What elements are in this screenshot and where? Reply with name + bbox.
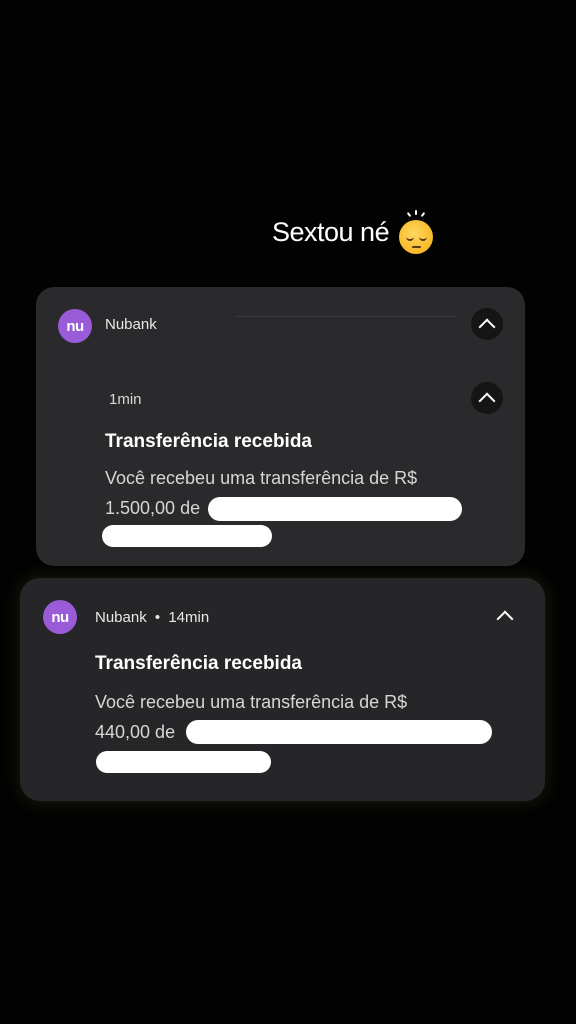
notification-header: Nubank • 14min — [95, 609, 209, 626]
redaction-mark — [186, 720, 492, 744]
header-separator: • — [154, 609, 161, 626]
pensive-face-emoji — [399, 210, 435, 254]
notification-app-name: Nubank — [105, 316, 157, 333]
collapse-notification-button[interactable] — [489, 600, 521, 632]
notification-body-amount: 440,00 de — [95, 722, 176, 742]
notification-time: 14min — [168, 609, 210, 626]
collapse-group-button[interactable] — [471, 308, 503, 340]
header-divider — [236, 316, 456, 317]
redaction-mark — [96, 751, 271, 773]
caption-text: Sextou né — [272, 216, 390, 247]
redaction-mark — [208, 497, 462, 521]
notification-card[interactable]: nu Nubank • 14min Transferência recebida… — [20, 578, 545, 801]
chevron-up-icon — [496, 610, 514, 628]
redaction-mark — [102, 525, 272, 547]
collapse-notification-button[interactable] — [471, 382, 503, 414]
notification-group-card[interactable]: nu Nubank 1min Transferência recebida Vo… — [36, 287, 525, 566]
notification-app-name: Nubank — [95, 609, 147, 626]
notification-title: Transferência recebida — [95, 653, 302, 674]
notification-title: Transferência recebida — [105, 431, 312, 452]
chevron-up-icon — [478, 392, 496, 410]
nubank-logo-icon: nu — [43, 600, 77, 634]
notification-time: 1min — [109, 391, 142, 408]
notification-body-line1: Você recebeu uma transferência de R$ — [105, 468, 418, 488]
nubank-logo-icon: nu — [58, 309, 92, 343]
story-screen: Sextou né nu Nubank 1min Transferência r… — [0, 0, 576, 1024]
chevron-up-icon — [478, 318, 496, 336]
notification-body-line1: Você recebeu uma transferência de R$ — [95, 692, 408, 712]
story-caption: Sextou né — [272, 208, 435, 256]
notification-body-amount: 1.500,00 de — [105, 498, 201, 518]
